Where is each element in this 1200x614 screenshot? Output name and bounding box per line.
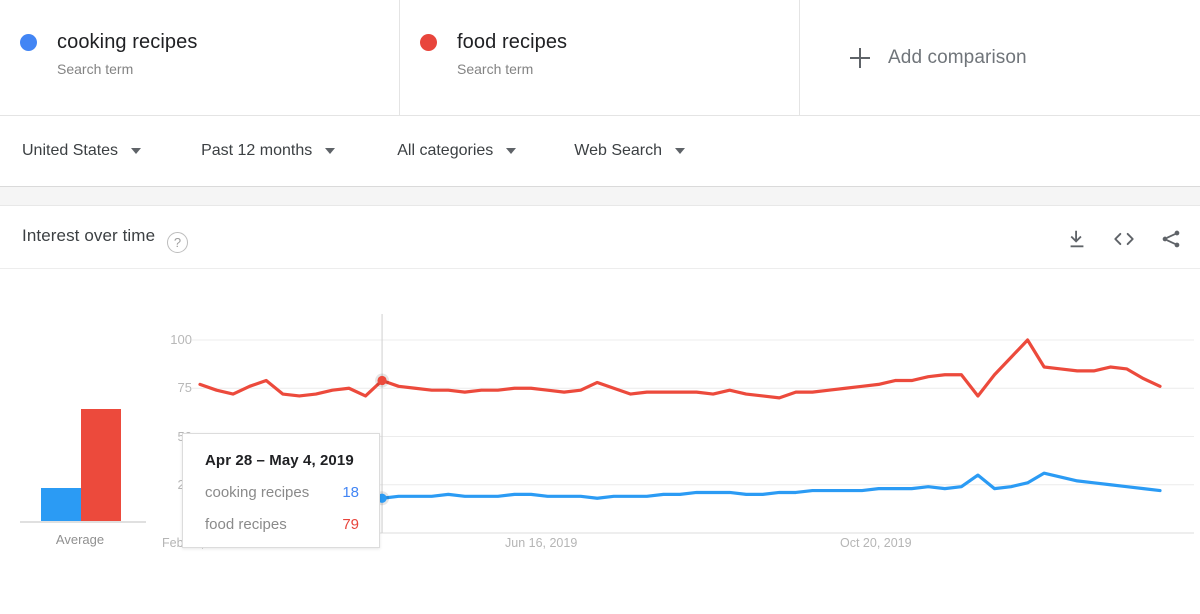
tooltip-value-0: 18 (342, 484, 359, 501)
search-term-label-0: cooking recipes (57, 30, 399, 54)
chart-tools (1066, 228, 1182, 250)
filter-time-range-label: Past 12 months (201, 142, 312, 160)
chevron-down-icon (325, 148, 335, 154)
tooltip-date: Apr 28 – May 4, 2019 (205, 452, 359, 469)
x-axis-tick-2: Oct 20, 2019 (840, 536, 912, 550)
embed-code-icon[interactable] (1112, 228, 1136, 250)
chart-tooltip: Apr 28 – May 4, 2019 cooking recipes 18 … (182, 433, 380, 548)
y-axis-tick-100: 100 (158, 332, 192, 347)
filter-category-label: All categories (397, 142, 493, 160)
help-icon[interactable]: ? (167, 232, 188, 253)
section-separator-band (0, 186, 1200, 206)
average-bar-cooking-recipes[interactable] (41, 488, 81, 521)
search-terms-row: cooking recipes Search term food recipes… (0, 0, 1200, 115)
series-dot-blue (20, 34, 37, 51)
average-bar-food-recipes[interactable] (81, 409, 121, 521)
series-dot-red (420, 34, 437, 51)
search-term-type-1: Search term (457, 60, 799, 78)
chevron-down-icon (675, 148, 685, 154)
chevron-down-icon (506, 148, 516, 154)
average-axis-label: Average (0, 532, 160, 547)
search-term-label-1: food recipes (457, 30, 799, 54)
header-divider (0, 268, 1200, 269)
tooltip-row-food-recipes: food recipes 79 (205, 516, 359, 533)
average-baseline (20, 521, 146, 523)
add-comparison-button[interactable]: Add comparison (800, 0, 1200, 115)
filter-location[interactable]: United States (22, 142, 141, 160)
plus-icon (850, 48, 870, 68)
chevron-down-icon (131, 148, 141, 154)
filter-category[interactable]: All categories (397, 142, 516, 160)
filter-time-range[interactable]: Past 12 months (201, 142, 335, 160)
search-term-card-0[interactable]: cooking recipes Search term (0, 0, 400, 115)
search-term-card-1[interactable]: food recipes Search term (400, 0, 800, 115)
download-icon[interactable] (1066, 228, 1088, 250)
tooltip-label-1: food recipes (205, 516, 287, 533)
filter-search-type[interactable]: Web Search (574, 142, 685, 160)
filter-search-type-label: Web Search (574, 142, 662, 160)
y-axis-tick-75: 75 (158, 380, 192, 395)
google-trends-page: cooking recipes Search term food recipes… (0, 0, 1200, 614)
average-bar-chart: Average (0, 300, 160, 555)
page-title: Interest over time (22, 226, 155, 246)
x-axis-tick-1: Jun 16, 2019 (505, 536, 577, 550)
filter-bar: United States Past 12 months All categor… (0, 115, 1200, 186)
search-term-type-0: Search term (57, 60, 399, 78)
tooltip-label-0: cooking recipes (205, 484, 309, 501)
tooltip-value-1: 79 (342, 516, 359, 533)
tooltip-row-cooking-recipes: cooking recipes 18 (205, 484, 359, 501)
share-icon[interactable] (1160, 228, 1182, 250)
filter-location-label: United States (22, 142, 118, 160)
add-comparison-label: Add comparison (888, 47, 1027, 69)
